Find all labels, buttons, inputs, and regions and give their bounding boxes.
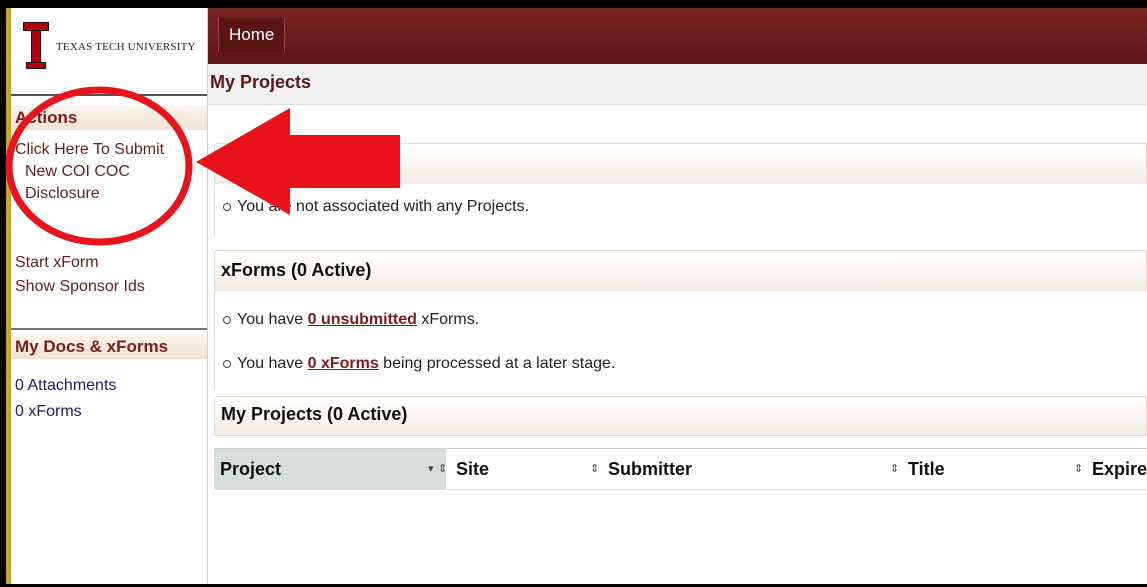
sort-icon: ⇕	[590, 463, 600, 475]
bullet-icon	[223, 315, 231, 324]
sort-icon: ⇕	[438, 463, 448, 475]
bullet-icon	[223, 202, 231, 211]
xforms-section-head: xForms (0 Active)	[214, 250, 1147, 292]
xforms-unsubmitted-line: You have 0 unsubmitted xForms.	[223, 311, 479, 329]
column-submitter[interactable]: ⇕ Submitter	[590, 449, 898, 489]
main-content: Home My Projects You are not associated …	[208, 8, 1147, 584]
column-title[interactable]: ⇕ Title	[890, 449, 1070, 489]
projects-table-head: My Projects (0 Active)	[214, 396, 1147, 436]
projects-section-head	[214, 143, 1147, 185]
home-tab[interactable]: Home	[218, 18, 286, 52]
xforms-link[interactable]: 0 xForms	[15, 401, 82, 422]
projects-notice: You are not associated with any Projects…	[223, 198, 529, 216]
unsubmitted-xforms-link[interactable]: 0 unsubmitted	[308, 311, 417, 328]
processing-xforms-link[interactable]: 0 xForms	[308, 355, 379, 372]
xforms-processing-line: You have 0 xForms being processed at a l…	[223, 355, 615, 373]
bullet-icon	[223, 359, 231, 368]
column-expires[interactable]: ⇕ Expires	[1074, 449, 1147, 489]
sort-icon: ⇕	[1074, 463, 1084, 475]
projects-notice-text: You are not associated with any Projects…	[237, 198, 530, 215]
actions-heading: Actions	[11, 106, 207, 130]
sidebar-divider	[11, 328, 207, 330]
attachments-link[interactable]: 0 Attachments	[15, 375, 116, 396]
start-xform-link[interactable]: Start xForm	[15, 252, 99, 273]
sort-icon: ⇕	[890, 463, 900, 475]
xforms-section-body: You have 0 unsubmitted xForms. You have …	[214, 291, 1147, 391]
xforms-heading: xForms (0 Active)	[221, 260, 372, 280]
submit-coi-coc-link-line2[interactable]: New COI COC	[25, 161, 130, 182]
logo[interactable]: Texas Tech University	[11, 8, 207, 96]
projects-table-heading: My Projects (0 Active)	[221, 404, 408, 424]
sidebar: Texas Tech University Actions Click Here…	[11, 8, 208, 584]
submit-coi-coc-link-line3[interactable]: Disclosure	[25, 183, 100, 204]
column-site[interactable]: ⇕ Site	[438, 449, 596, 489]
page-title: My Projects	[210, 72, 312, 92]
logo-text: Texas Tech University	[56, 41, 196, 53]
show-sponsor-ids-link[interactable]: Show Sponsor Ids	[15, 276, 145, 297]
column-project[interactable]: Project ▾	[214, 449, 446, 489]
sort-desc-icon: ▾	[428, 463, 434, 475]
double-t-logo-icon	[23, 22, 49, 70]
app-window: Texas Tech University Actions Click Here…	[6, 8, 1147, 584]
page-header: My Projects	[208, 64, 1147, 105]
projects-table-header-row: Project ▾ ⇕ Site ⇕ Submitter ⇕ Title ⇕ E…	[214, 448, 1147, 490]
top-nav-bar: Home	[208, 8, 1147, 64]
submit-coi-coc-link-line1[interactable]: Click Here To Submit	[15, 139, 164, 160]
projects-section-body: You are not associated with any Projects…	[214, 184, 1147, 236]
docs-heading: My Docs & xForms	[11, 335, 207, 359]
